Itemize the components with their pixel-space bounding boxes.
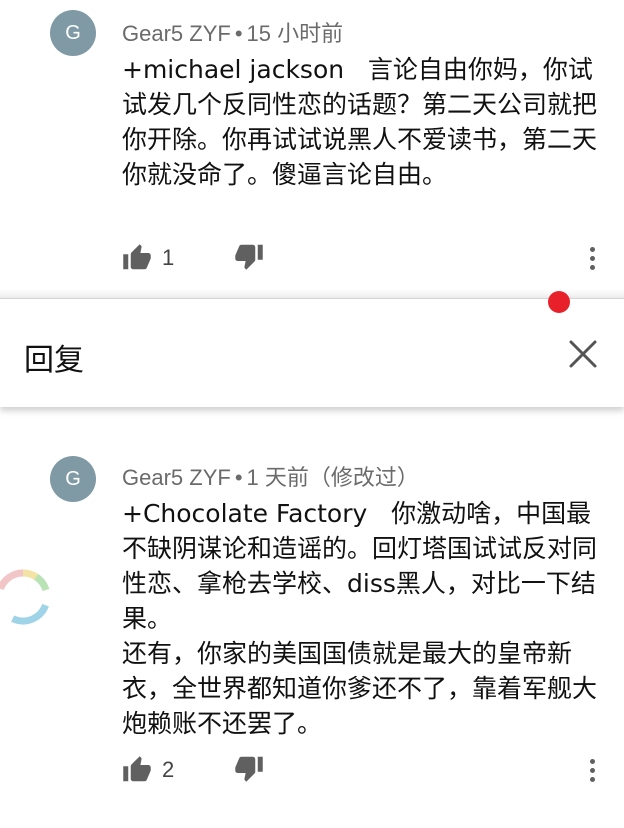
close-icon <box>569 340 597 368</box>
like-count: 1 <box>162 245 175 270</box>
more-dot-icon <box>589 776 595 782</box>
comment-time: 1 天前（修改过） <box>246 465 419 490</box>
author-name[interactable]: Gear5 ZYF <box>122 465 231 490</box>
comment-meta: Gear5 ZYF • 1 天前（修改过） <box>122 460 419 492</box>
more-options-button[interactable] <box>582 238 602 278</box>
dislike-button[interactable] <box>234 753 264 787</box>
author-name[interactable]: Gear5 ZYF <box>122 21 231 46</box>
scrubber-handle[interactable] <box>548 291 570 313</box>
like-button[interactable]: 2 <box>122 755 234 785</box>
avatar[interactable]: G <box>50 456 96 502</box>
comment-time: 15 小时前 <box>246 21 344 46</box>
comment-actions: 1 <box>122 238 264 278</box>
reply-title: 回复 <box>24 343 84 378</box>
thumbs-up-icon <box>123 756 151 782</box>
thumbs-up-icon <box>123 244 151 270</box>
more-dot-icon <box>589 264 595 270</box>
meta-separator: • <box>234 21 243 46</box>
like-count: 2 <box>162 757 175 782</box>
meta-separator: • <box>234 465 243 490</box>
more-options-button[interactable] <box>582 750 602 790</box>
comment-meta: Gear5 ZYF • 15 小时前 <box>122 16 343 48</box>
comment-text: +Chocolate Factory 你激动啥，中国最不缺阴谋论和造谣的。回灯塔… <box>122 499 598 738</box>
dislike-button[interactable] <box>234 241 264 275</box>
more-dot-icon <box>589 767 595 773</box>
divider-shadow <box>0 289 624 299</box>
more-dot-icon <box>589 255 595 261</box>
close-button[interactable] <box>568 339 598 369</box>
comment-text: +michael jackson 言论自由你妈，你试试发几个反同性恋的话题？第二… <box>122 55 598 189</box>
avatar[interactable]: G <box>50 10 96 56</box>
comment-actions: 2 <box>122 750 264 790</box>
more-dot-icon <box>589 246 595 252</box>
like-button[interactable]: 1 <box>122 243 234 273</box>
thumbs-down-icon <box>235 756 263 782</box>
thumbs-down-icon <box>235 244 263 270</box>
loading-spinner-icon <box>0 569 51 625</box>
reply-bar: 回复 <box>0 289 624 407</box>
more-dot-icon <box>589 758 595 764</box>
